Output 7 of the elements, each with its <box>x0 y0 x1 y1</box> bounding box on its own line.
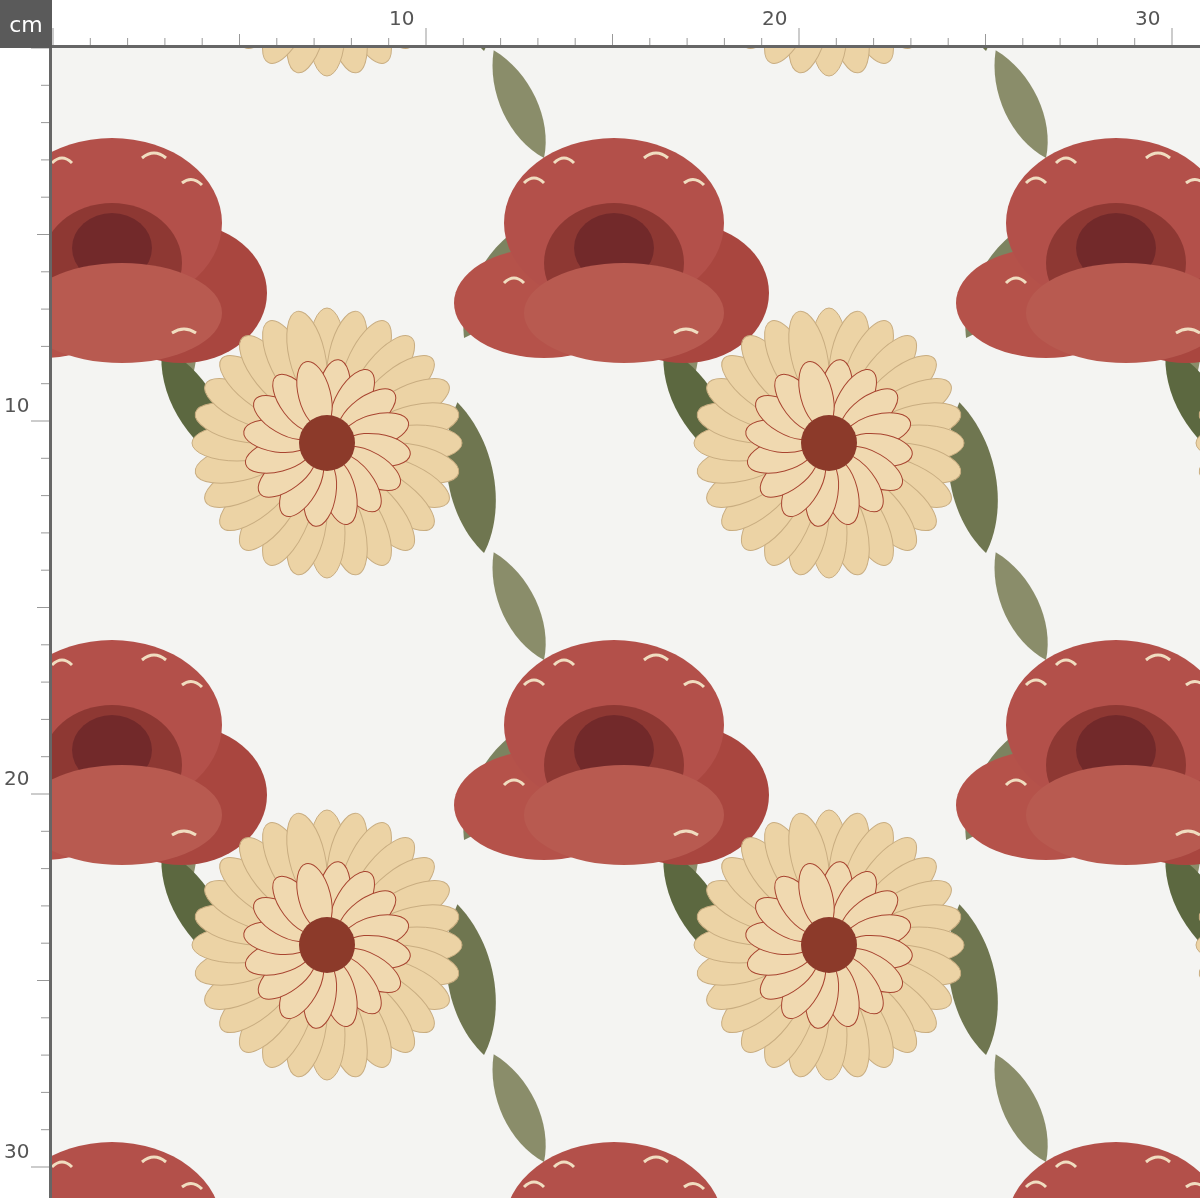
unit-label: cm <box>0 0 52 48</box>
ruler-label: 20 <box>4 766 30 790</box>
ruler-label: 20 <box>762 6 788 30</box>
ruler-label: 30 <box>4 1139 30 1163</box>
ruler-label: 10 <box>4 393 30 417</box>
ruler-label: 10 <box>389 6 415 30</box>
ruler-label: 30 <box>1135 6 1161 30</box>
